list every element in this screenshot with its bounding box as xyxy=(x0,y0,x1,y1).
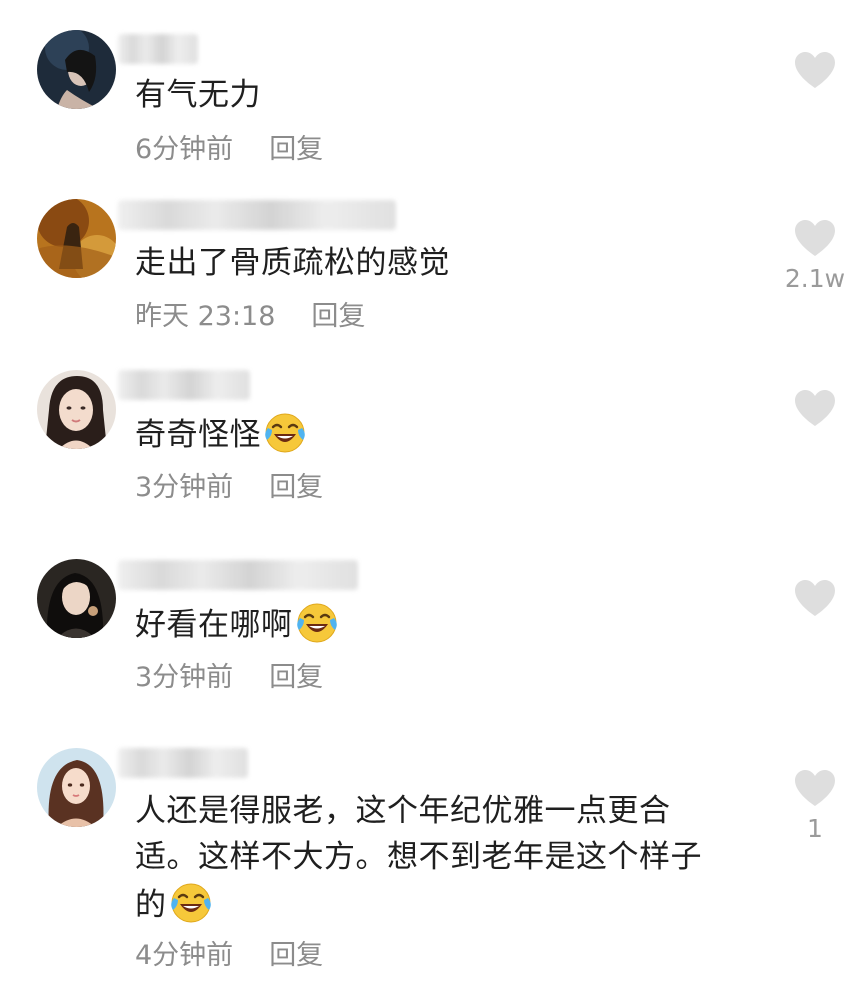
comment-time: 6分钟前 xyxy=(135,134,234,165)
comment-text-line: 适。这样不大方。想不到老年是这个样子 xyxy=(135,839,702,875)
like-count: 2.1w xyxy=(784,264,846,293)
reply-button[interactable]: 回复 xyxy=(269,472,323,503)
comment-text: 有气无力 xyxy=(135,72,261,118)
comment-meta: 4分钟前 回复 xyxy=(135,939,323,973)
avatar[interactable] xyxy=(37,30,116,109)
blurred-username xyxy=(118,34,198,64)
comment-meta: 6分钟前 回复 xyxy=(135,133,323,167)
heart-icon xyxy=(793,768,837,808)
comment-text: 好看在哪啊 xyxy=(135,600,339,648)
comment-text-line: 的 xyxy=(135,880,702,928)
heart-icon xyxy=(793,388,837,428)
comment-text: 人还是得服老，这个年纪优雅一点更合 适。这样不大方。想不到老年是这个样子 的 xyxy=(135,788,702,928)
reply-button[interactable]: 回复 xyxy=(269,940,323,971)
like-button[interactable] xyxy=(793,218,837,258)
like-button[interactable] xyxy=(793,388,837,428)
like-button[interactable] xyxy=(793,768,837,808)
comment-time: 昨天 23:18 xyxy=(135,301,276,332)
comment-time: 3分钟前 xyxy=(135,662,234,693)
heart-icon xyxy=(793,218,837,258)
laughing-crying-emoji xyxy=(263,410,307,454)
comment-text-content: 有气无力 xyxy=(135,77,261,113)
avatar[interactable] xyxy=(37,748,116,827)
reply-button[interactable]: 回复 xyxy=(311,301,365,332)
comment-meta: 3分钟前 回复 xyxy=(135,471,323,505)
comment-text-content: 奇奇怪怪 xyxy=(135,417,261,453)
like-button[interactable] xyxy=(793,578,837,618)
heart-icon xyxy=(793,578,837,618)
comment-text-line: 人还是得服老，这个年纪优雅一点更合 xyxy=(135,793,671,829)
comment-text-content: 的 xyxy=(135,887,167,923)
laughing-crying-emoji xyxy=(295,600,339,644)
like-count: 1 xyxy=(807,814,823,843)
like-button[interactable] xyxy=(793,50,837,90)
blurred-username xyxy=(118,748,248,778)
comment-text-content: 好看在哪啊 xyxy=(135,607,293,643)
reply-button[interactable]: 回复 xyxy=(269,662,323,693)
comment-text: 奇奇怪怪 xyxy=(135,410,307,458)
avatar[interactable] xyxy=(37,199,116,278)
comment-meta: 昨天 23:18 回复 xyxy=(135,300,365,334)
laughing-crying-emoji xyxy=(169,880,213,924)
avatar[interactable] xyxy=(37,559,116,638)
comment-meta: 3分钟前 回复 xyxy=(135,661,323,695)
heart-icon xyxy=(793,50,837,90)
blurred-username xyxy=(118,370,250,400)
blurred-username xyxy=(118,200,396,230)
avatar[interactable] xyxy=(37,370,116,449)
comment-text: 走出了骨质疏松的感觉 xyxy=(135,240,450,286)
blurred-username xyxy=(118,560,358,590)
comment-text-content: 走出了骨质疏松的感觉 xyxy=(135,245,450,281)
comment-time: 4分钟前 xyxy=(135,940,234,971)
comment-time: 3分钟前 xyxy=(135,472,234,503)
reply-button[interactable]: 回复 xyxy=(269,134,323,165)
